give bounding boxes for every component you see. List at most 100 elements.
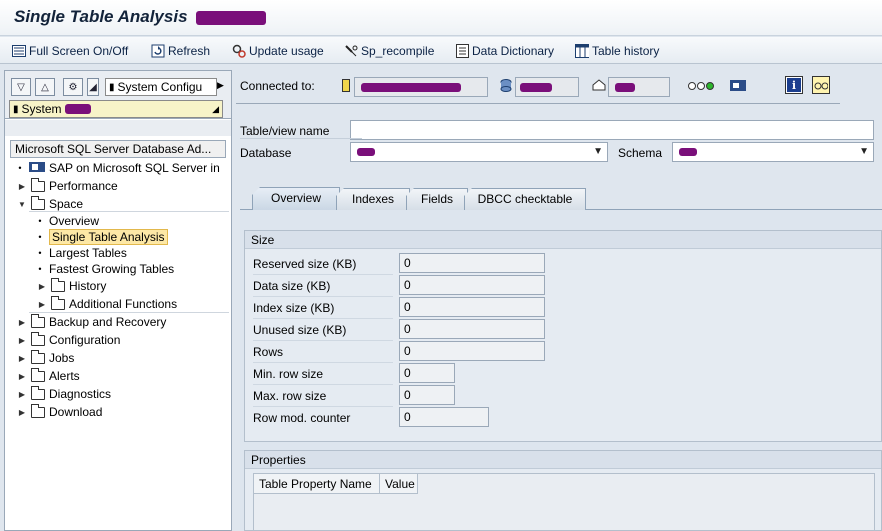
tree-item-sap-on-mssql[interactable]: • SAP on Microsoft SQL Server in: [15, 160, 219, 176]
system-selector[interactable]: ▮ System ◢: [9, 100, 223, 118]
row-separator: [253, 296, 393, 297]
full-screen-button[interactable]: Full Screen On/Off: [12, 42, 128, 60]
size-title-text: Size: [251, 233, 275, 247]
form-line: [240, 138, 362, 139]
rows-value: 0: [404, 344, 411, 358]
collapsed-arrow-icon: ▶: [18, 181, 26, 191]
tree-item-download[interactable]: ▶ Download: [17, 403, 102, 420]
properties-header-row: Table Property Name Value: [254, 474, 418, 494]
system-label: System: [21, 102, 62, 116]
tree-item-configuration[interactable]: ▶ Configuration: [17, 331, 120, 348]
row-separator: [253, 274, 393, 275]
table-name-label: Table/view name: [240, 124, 330, 138]
index-size-value: 0: [404, 300, 411, 314]
column-header-label: Value: [385, 477, 415, 491]
row-mod-counter-label: Row mod. counter: [253, 411, 351, 425]
tab-fields[interactable]: Fields: [406, 188, 468, 210]
navigation-pane: ▽ △ ⚙ ◢ ▮ System Configu ▶ ▮ System ◢ Mi…: [4, 70, 232, 531]
tree-item-jobs[interactable]: ▶ Jobs: [17, 349, 75, 366]
folder-icon: [31, 349, 45, 364]
tree-item-overview[interactable]: • Overview: [35, 213, 99, 229]
size-group-title: Size: [245, 231, 881, 249]
schema-select[interactable]: ▼: [672, 142, 874, 162]
status-lights-icon: [688, 80, 716, 94]
scroll-right-icon[interactable]: ▶: [217, 80, 224, 91]
redacted-schema-value: [679, 148, 697, 156]
tree-item-history[interactable]: ▶ History: [37, 277, 107, 294]
tree-item-label: History: [69, 279, 107, 293]
tab-overview[interactable]: Overview: [252, 187, 340, 211]
min-row-size-field: 0: [399, 363, 455, 383]
tree-item-label: Additional Functions: [69, 297, 178, 311]
tree-item-fastest-growing[interactable]: • Fastest Growing Tables: [35, 261, 174, 277]
expanded-arrow-icon: ▼: [18, 199, 26, 209]
dropdown-arrow-icon: ▼: [593, 146, 603, 157]
connected-to-label: Connected to:: [240, 79, 315, 93]
bullet-icon: •: [38, 248, 42, 258]
collapsed-arrow-icon: ▶: [38, 281, 46, 291]
refresh-button[interactable]: Refresh: [151, 42, 210, 60]
tab-label: Indexes: [351, 192, 395, 206]
sp-recompile-button[interactable]: Sp_recompile: [344, 42, 434, 60]
tree-item-space[interactable]: ▼ Space: [17, 195, 83, 212]
glasses-icon[interactable]: [812, 76, 830, 94]
folder-icon: [31, 331, 45, 346]
update-usage-button[interactable]: Update usage: [232, 42, 324, 60]
reserved-size-label: Reserved size (KB): [253, 257, 357, 271]
column-header-value[interactable]: Value: [380, 474, 418, 493]
dropdown-arrow-icon: ▼: [859, 146, 869, 157]
row-separator: [253, 406, 393, 407]
unused-size-field: 0: [399, 319, 545, 339]
gears-icon: [232, 44, 246, 58]
folder-icon: [31, 367, 45, 382]
system-config-icon: ▮: [109, 81, 115, 93]
reserved-size-value: 0: [404, 256, 411, 270]
tab-indexes[interactable]: Indexes: [336, 188, 410, 210]
tree-item-single-table-analysis[interactable]: • Single Table Analysis: [35, 229, 168, 245]
tree-item-additional-functions[interactable]: ▶ Additional Functions: [37, 295, 178, 312]
system-config-label: System Configu: [117, 80, 203, 94]
nav-separator: [5, 120, 231, 136]
collapse-all-icon[interactable]: △: [35, 78, 55, 96]
tree-item-backup[interactable]: ▶ Backup and Recovery: [17, 313, 166, 330]
tab-dbcc-checktable[interactable]: DBCC checktable: [464, 188, 586, 210]
folder-icon: [51, 277, 65, 292]
data-size-field: 0: [399, 275, 545, 295]
header-divider: [236, 103, 840, 104]
collapsed-arrow-icon: ▶: [38, 299, 46, 309]
svg-text:i: i: [792, 79, 796, 92]
system-config-dropdown[interactable]: ▮ System Configu: [105, 78, 217, 96]
schema-label: Schema: [618, 146, 663, 160]
index-size-label: Index size (KB): [253, 301, 335, 315]
schema-icon: [592, 79, 606, 94]
folder-icon: [31, 177, 45, 192]
tree-item-performance[interactable]: ▶ Performance: [17, 177, 118, 194]
table-name-input[interactable]: [350, 120, 874, 140]
tree-item-label: Performance: [49, 179, 118, 193]
column-header-property[interactable]: Table Property Name: [254, 474, 380, 493]
database-select[interactable]: ▼: [350, 142, 608, 162]
expand-all-icon[interactable]: ▽: [11, 78, 31, 96]
resize-grip-icon: ◢: [212, 104, 219, 114]
table-history-icon: [575, 44, 589, 58]
tree-item-diagnostics[interactable]: ▶ Diagnostics: [17, 385, 112, 402]
max-row-size-field: 0: [399, 385, 455, 405]
open-folder-icon: [31, 195, 45, 210]
tree-item-largest-tables[interactable]: • Largest Tables: [35, 245, 126, 261]
database-icon: [500, 79, 512, 95]
settings-icon[interactable]: ⚙: [63, 78, 83, 96]
unused-size-label: Unused size (KB): [253, 323, 347, 337]
tree-item-label: Jobs: [49, 351, 75, 365]
dropdown-small-icon[interactable]: ◢: [87, 78, 99, 96]
tree-item-alerts[interactable]: ▶ Alerts: [17, 367, 80, 384]
table-history-button[interactable]: Table history: [575, 42, 659, 60]
tree-header-text: Microsoft SQL Server Database Ad...: [15, 142, 212, 156]
full-screen-label: Full Screen On/Off: [29, 44, 129, 58]
redacted-schema: [615, 83, 635, 92]
tree-item-label: Diagnostics: [49, 387, 112, 401]
table-history-label: Table history: [592, 44, 660, 58]
sp-recompile-label: Sp_recompile: [361, 44, 435, 58]
data-dictionary-button[interactable]: Data Dictionary: [455, 42, 554, 60]
collapsed-arrow-icon: ▶: [18, 335, 26, 345]
info-icon[interactable]: i: [785, 76, 803, 94]
